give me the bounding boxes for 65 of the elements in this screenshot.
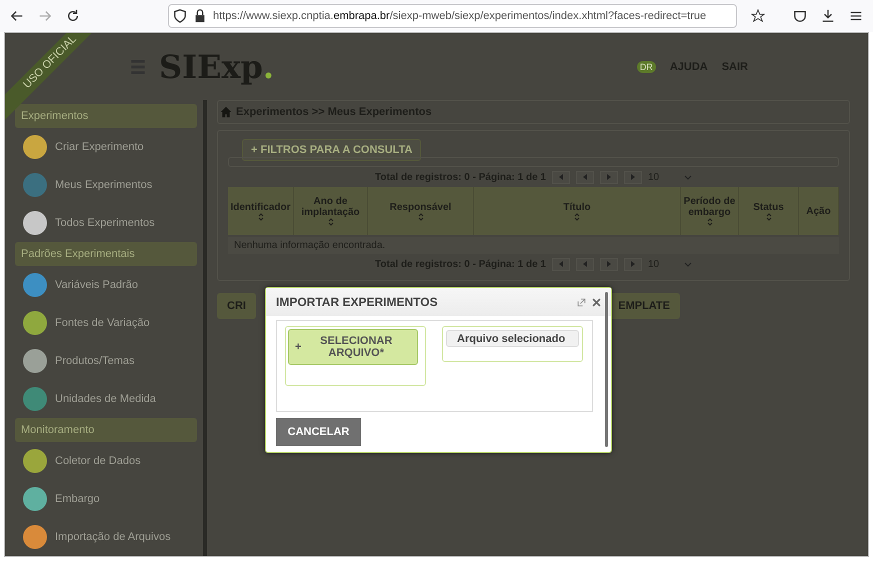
sidebar-item[interactable]: Criar Experimento bbox=[15, 128, 197, 166]
chevron-down-icon bbox=[684, 262, 692, 266]
chevron-down-icon bbox=[684, 174, 692, 180]
reload-icon[interactable] bbox=[66, 9, 80, 23]
close-icon[interactable] bbox=[592, 298, 601, 306]
sort-icon[interactable] bbox=[706, 218, 714, 226]
column-header[interactable]: Ano de implantação bbox=[294, 187, 368, 235]
next-page-button[interactable] bbox=[600, 170, 618, 184]
cancel-button[interactable]: CANCELAR bbox=[276, 418, 361, 446]
sidebar-section-title: Experimentos bbox=[15, 104, 197, 128]
sidebar-item[interactable]: Todos Experimentos bbox=[15, 204, 197, 242]
left-triangle-icon bbox=[556, 174, 565, 180]
right-triangle-icon bbox=[628, 174, 637, 180]
prev-page-button[interactable] bbox=[576, 258, 594, 270]
dialog-title: IMPORTAR EXPERIMENTOS bbox=[276, 295, 439, 309]
star-icon[interactable] bbox=[751, 9, 765, 23]
sidebar-item[interactable]: Coletor de Dados bbox=[15, 442, 197, 480]
right-triangle-icon bbox=[604, 174, 613, 180]
sort-icon[interactable] bbox=[764, 212, 772, 220]
first-page-button[interactable] bbox=[552, 170, 570, 184]
column-header[interactable]: Responsável bbox=[368, 187, 474, 235]
sort-icon[interactable] bbox=[256, 212, 264, 220]
download-icon[interactable] bbox=[821, 9, 835, 23]
pocket-icon[interactable] bbox=[793, 9, 807, 23]
sidebar-item[interactable]: Unidades de Medida bbox=[15, 380, 197, 418]
home-icon bbox=[220, 106, 232, 118]
user-badge: DR bbox=[636, 60, 656, 72]
external-link-icon[interactable] bbox=[577, 298, 586, 306]
column-header[interactable]: Identificador bbox=[228, 187, 294, 235]
next-page-button[interactable] bbox=[600, 258, 618, 270]
column-header[interactable]: Título bbox=[474, 187, 681, 235]
last-page-button[interactable] bbox=[624, 258, 642, 270]
back-icon[interactable] bbox=[10, 9, 24, 23]
last-page-button[interactable] bbox=[624, 170, 642, 184]
shield-icon bbox=[173, 9, 187, 23]
column-header[interactable]: Status bbox=[739, 187, 799, 235]
left-triangle-icon bbox=[556, 261, 565, 267]
sidebar-section-title: Monitoramento bbox=[15, 418, 197, 442]
right-triangle-icon bbox=[604, 261, 613, 267]
sidebar-section-title: Padrões Experimentais bbox=[15, 242, 197, 266]
action-button[interactable]: CRI bbox=[217, 293, 256, 319]
prev-page-button[interactable] bbox=[576, 170, 594, 184]
sidebar-item[interactable]: Importação de Arquivos bbox=[15, 518, 197, 556]
left-triangle-icon bbox=[580, 174, 589, 180]
scrollbar[interactable] bbox=[605, 292, 608, 447]
column-header[interactable]: Período de embargo bbox=[681, 187, 739, 235]
sort-icon[interactable] bbox=[573, 212, 581, 220]
sidebar-item[interactable]: Variáveis Padrão bbox=[15, 266, 197, 304]
url-field[interactable]: https://www.siexp.cnptia.embrapa.br/siexp-mweb/siexp/experimentos/index.xhtml?faces-redirect=true bbox=[168, 4, 737, 28]
first-page-button[interactable] bbox=[552, 258, 570, 270]
sort-icon[interactable] bbox=[326, 218, 334, 226]
sidebar-item[interactable]: Embargo bbox=[15, 480, 197, 518]
sidebar-item[interactable]: Meus Experimentos bbox=[15, 166, 197, 204]
sidebar-item[interactable]: Fontes de Variação bbox=[15, 304, 197, 342]
forward-icon[interactable] bbox=[38, 9, 52, 23]
filters-button[interactable]: + FILTROS PARA A CONSULTA bbox=[242, 139, 422, 161]
lock-icon bbox=[193, 9, 207, 23]
sort-icon[interactable] bbox=[416, 212, 424, 220]
sidebar-item[interactable]: Produtos/Temas bbox=[15, 342, 197, 380]
select-file-button[interactable]: + SELECIONAR ARQUIVO* bbox=[288, 329, 418, 365]
menu-icon[interactable] bbox=[849, 9, 863, 23]
left-triangle-icon bbox=[580, 261, 589, 267]
right-triangle-icon bbox=[628, 261, 637, 267]
column-header[interactable]: Ação bbox=[799, 187, 839, 235]
selected-file-label: Arquivo selecionado bbox=[446, 330, 579, 347]
